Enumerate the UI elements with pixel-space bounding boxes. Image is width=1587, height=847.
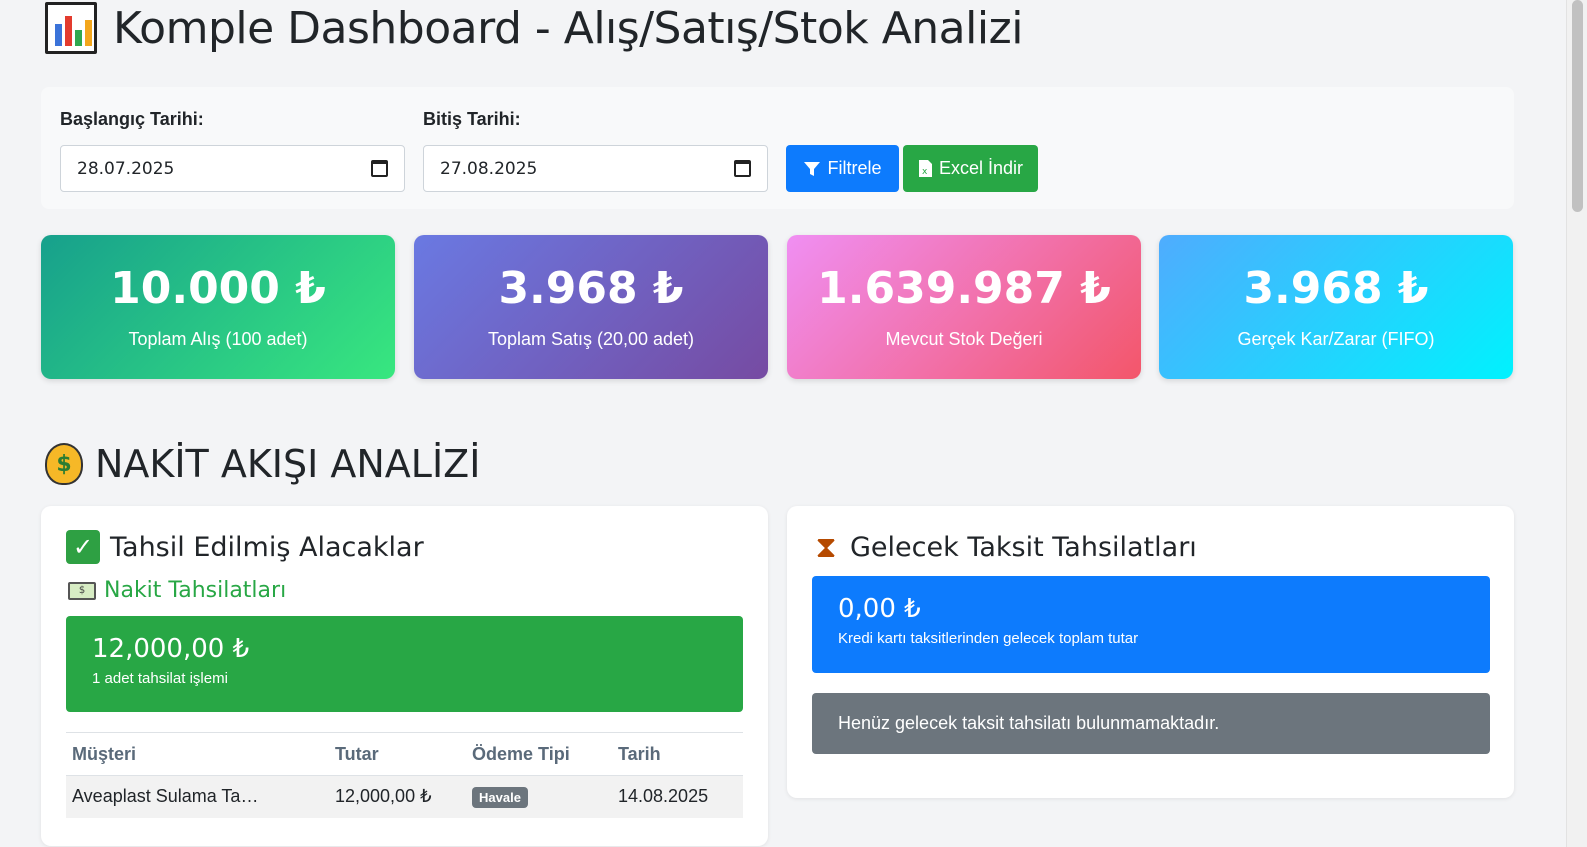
- cash-collections-title: $ Nakit Tahsilatları: [68, 578, 286, 603]
- cell-payment-type: Havale: [466, 775, 612, 818]
- stat-card-stock-value: 1.639.987 ₺ Mevcut Stok Değeri: [787, 235, 1141, 379]
- cashflow-section-title: $ NAKİT AKIŞI ANALİZİ: [45, 438, 480, 490]
- collections-table: Müşteri Tutar Ödeme Tipi Tarih Aveaplast…: [66, 732, 743, 818]
- scrollbar-thumb[interactable]: [1572, 0, 1583, 212]
- calendar-icon[interactable]: [371, 160, 388, 177]
- stat-value: 3.968 ₺: [1243, 263, 1429, 314]
- stat-label: Toplam Alış (100 adet): [128, 329, 308, 349]
- column-header-payment-type: Ödeme Tipi: [466, 732, 612, 776]
- collected-title: ✓ Tahsil Edilmiş Alacaklar: [66, 530, 424, 564]
- future-title: ⧗ Gelecek Taksit Tahsilatları: [812, 530, 1197, 565]
- stat-card-total-sales: 3.968 ₺ Toplam Satış (20,00 adet): [414, 235, 768, 379]
- cell-customer: Aveaplast Sulama Ta…: [66, 775, 329, 818]
- svg-text:x: x: [922, 167, 928, 177]
- future-title-text: Gelecek Taksit Tahsilatları: [850, 532, 1197, 563]
- stat-label: Gerçek Kar/Zarar (FIFO): [1237, 329, 1435, 349]
- cash-collections-text: Nakit Tahsilatları: [104, 578, 287, 603]
- future-installments-panel: ⧗ Gelecek Taksit Tahsilatları 0,00 ₺ Kre…: [787, 506, 1514, 798]
- end-date-input[interactable]: 27.08.2025: [423, 145, 768, 192]
- stat-value: 3.968 ₺: [498, 263, 684, 314]
- column-header-amount: Tutar: [329, 732, 466, 776]
- filter-button-label: Filtrele: [827, 158, 882, 178]
- collected-receivables-panel: ✓ Tahsil Edilmiş Alacaklar $ Nakit Tahsi…: [41, 506, 768, 846]
- money-bag-icon: $: [45, 443, 83, 485]
- cash-total-alert: 12,000,00 ₺ 1 adet tahsilat işlemi: [66, 616, 743, 712]
- cashflow-title-text: NAKİT AKIŞI ANALİZİ: [95, 442, 481, 486]
- stat-value: 1.639.987 ₺: [817, 263, 1111, 314]
- stat-card-profit-loss: 3.968 ₺ Gerçek Kar/Zarar (FIFO): [1159, 235, 1513, 379]
- start-date-label: Başlangıç Tarihi:: [60, 109, 204, 129]
- column-header-customer: Müşteri: [66, 732, 329, 776]
- table-header-row: Müşteri Tutar Ödeme Tipi Tarih: [66, 732, 743, 776]
- check-mark-icon: ✓: [66, 530, 100, 564]
- excel-button-label: Excel İndir: [938, 158, 1024, 178]
- column-header-date: Tarih: [612, 732, 743, 776]
- filter-icon: [804, 161, 821, 176]
- cash-count-text: 1 adet tahsilat işlemi: [92, 670, 228, 687]
- stat-label: Mevcut Stok Değeri: [885, 329, 1043, 349]
- cell-date: 14.08.2025: [612, 775, 743, 818]
- filter-button[interactable]: Filtrele: [786, 145, 899, 192]
- end-date-value: 27.08.2025: [440, 158, 538, 179]
- future-total-desc: Kredi kartı taksitlerinden gelecek topla…: [838, 630, 1139, 647]
- cash-total-amount: 12,000,00 ₺: [92, 634, 250, 664]
- no-installments-text: Henüz gelecek taksit tahsilatı bulunmama…: [838, 713, 1220, 733]
- page-title: Komple Dashboard - Alış/Satış/Stok Anali…: [45, 0, 1023, 56]
- no-installments-alert: Henüz gelecek taksit tahsilatı bulunmama…: [812, 693, 1490, 754]
- stat-card-total-purchase: 10.000 ₺ Toplam Alış (100 adet): [41, 235, 395, 379]
- stat-label: Toplam Satış (20,00 adet): [487, 329, 695, 349]
- bar-chart-icon: [45, 2, 97, 54]
- filter-panel: Başlangıç Tarihi: 28.07.2025 Bitiş Tarih…: [41, 87, 1514, 209]
- stat-value: 10.000 ₺: [110, 263, 326, 314]
- start-date-input[interactable]: 28.07.2025: [60, 145, 405, 192]
- future-total-alert: 0,00 ₺ Kredi kartı taksitlerinden gelece…: [812, 576, 1490, 673]
- payment-type-badge: Havale: [472, 786, 528, 808]
- collected-title-text: Tahsil Edilmiş Alacaklar: [110, 531, 424, 563]
- excel-download-button[interactable]: x Excel İndir: [903, 145, 1038, 192]
- banknote-icon: $: [68, 581, 96, 600]
- end-date-label: Bitiş Tarihi:: [423, 109, 521, 129]
- future-total-amount: 0,00 ₺: [838, 594, 921, 624]
- start-date-value: 28.07.2025: [77, 158, 175, 179]
- hourglass-icon: ⧗: [815, 530, 837, 565]
- page-title-text: Komple Dashboard - Alış/Satış/Stok Anali…: [113, 2, 1023, 54]
- excel-file-icon: x: [918, 160, 932, 177]
- table-row: Aveaplast Sulama Ta… 12,000,00 ₺ Havale …: [66, 775, 743, 818]
- calendar-icon[interactable]: [734, 160, 751, 177]
- cell-amount: 12,000,00 ₺: [329, 775, 466, 818]
- vertical-scrollbar[interactable]: [1566, 0, 1587, 847]
